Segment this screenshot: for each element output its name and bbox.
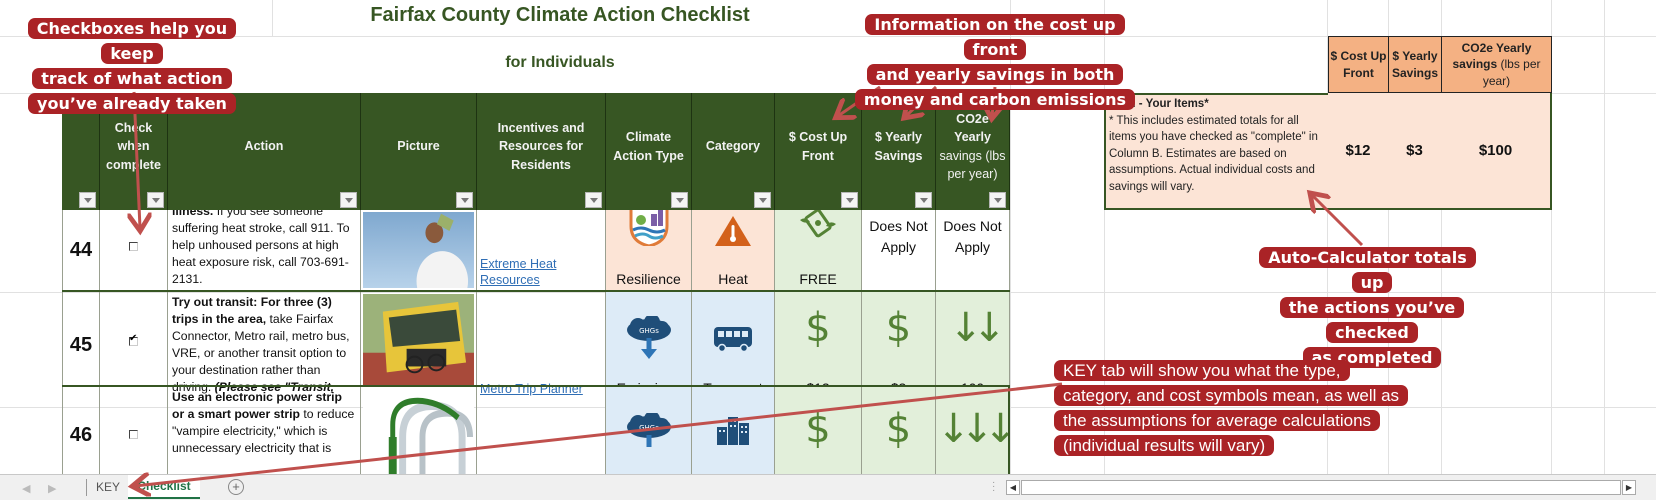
category-cell <box>692 387 775 474</box>
filter-dropdown-button[interactable] <box>147 192 164 208</box>
category-label: Heat <box>718 271 748 287</box>
action-cell: Use an electronic power strip or a smart… <box>168 387 361 474</box>
totals-header-cost: $ Cost Up Front <box>1328 36 1389 93</box>
filter-dropdown-button[interactable] <box>79 192 96 208</box>
dollar-icon: $ <box>805 406 831 452</box>
photo-image <box>363 294 474 387</box>
svg-text:GHGs: GHGs <box>639 424 659 432</box>
row-number: 46 <box>62 387 100 474</box>
callout-cost-info: Information on the cost up front and year… <box>845 12 1145 112</box>
header-picture: Picture <box>361 93 477 210</box>
yearly-savings-cell: $ <box>862 387 936 474</box>
power-strip-photo <box>361 387 477 474</box>
type-label: Resilience <box>616 271 681 287</box>
horizontal-scrollbar[interactable] <box>1021 480 1621 495</box>
cost-label: FREE <box>799 271 837 287</box>
bus-with-bike-rack-photo <box>361 292 477 399</box>
yearly-savings-cell: Does Not Apply <box>862 210 936 290</box>
complete-checkbox-cell[interactable] <box>100 210 168 290</box>
category-cell: Transport <box>692 292 775 399</box>
row-number: 45 <box>62 292 100 399</box>
co2-savings-cell: ↓↓ 100 <box>936 292 1010 399</box>
table-row: 46 Use an electronic power strip or a sm… <box>62 387 1010 474</box>
totals-header-co2: CO2e Yearly savings (lbs per year) <box>1441 36 1552 93</box>
filter-dropdown-button[interactable] <box>671 192 688 208</box>
filter-dropdown-button[interactable] <box>841 192 858 208</box>
cost-cell: $ $12 <box>775 292 862 399</box>
scroll-right-button[interactable]: ▶ <box>1622 480 1636 495</box>
add-sheet-button[interactable]: + <box>228 479 244 495</box>
filter-dropdown-button[interactable] <box>915 192 932 208</box>
tab-separator <box>86 479 87 496</box>
ghg-cloud-icon: GHGs <box>626 413 671 447</box>
table-row: 45 Try out transit: For three (3) trips … <box>62 292 1010 399</box>
filter-dropdown-button[interactable] <box>340 192 357 208</box>
callout-checkboxes: Checkboxes help you keep track of what ac… <box>12 16 252 116</box>
svg-text:GHGs: GHGs <box>639 327 659 335</box>
gridline <box>1604 0 1605 474</box>
buildings-icon <box>717 417 749 445</box>
callout-auto-calculator: Auto-Calculator totals up the actions you… <box>1252 245 1492 370</box>
header-incentives: Incentives and Resources for Residents <box>477 93 606 210</box>
tab-key[interactable]: KEY <box>88 475 128 499</box>
co2-savings-cell: Does Not Apply <box>936 210 1010 290</box>
row-number: 44 <box>62 210 100 290</box>
category-cell: Heat <box>692 210 775 290</box>
complete-checkbox-cell[interactable] <box>100 387 168 474</box>
sheet-subtitle: for Individuals <box>505 54 615 71</box>
climate-action-type-cell: Resilience <box>606 210 692 290</box>
yearly-savings-cell: $ $3 <box>862 292 936 399</box>
totals-note: * This includes estimated totals for all… <box>1109 114 1318 193</box>
callout-key-tab: KEY tab will show you what the type, cate… <box>1054 358 1434 458</box>
dollar-icon: $ <box>805 305 831 351</box>
complete-checkbox[interactable] <box>129 430 138 439</box>
sheet-tab-bar: ◀ ▶ KEY Checklist + · · · ◀ ▶ <box>0 474 1656 500</box>
complete-checkbox[interactable] <box>129 241 138 251</box>
splitter-handle[interactable]: · · · <box>992 478 995 496</box>
sheet-title: Fairfax County Climate Action Checklist <box>370 4 750 26</box>
complete-checkbox[interactable] <box>129 333 138 346</box>
total-co2-value: $100 <box>1441 93 1552 210</box>
table-row: 44 illness. If you see someone suffering… <box>62 210 1010 290</box>
header-climate-action-type: Climate Action Type <box>606 93 692 210</box>
complete-checkbox-cell[interactable] <box>100 292 168 399</box>
action-cell: illness. If you see someone suffering he… <box>168 210 361 290</box>
dollar-icon: $ <box>885 406 912 452</box>
scroll-left-button[interactable]: ◀ <box>1006 480 1020 495</box>
scroll-tabs-left-button[interactable]: ◀ <box>22 482 30 495</box>
flying-money-icon <box>800 210 836 238</box>
co2-savings-cell: ↓↓↓ <box>936 387 1010 474</box>
tab-checklist[interactable]: Checklist <box>128 475 200 499</box>
total-savings-value: $3 <box>1388 93 1442 210</box>
down-arrows-icon: ↓↓↓ <box>936 406 1008 452</box>
incentives-cell: Metro Trip Planner <box>477 292 606 399</box>
totals-header-savings: $ Yearly Savings <box>1388 36 1442 93</box>
extreme-heat-resources-link[interactable]: Extreme Heat Resources <box>480 256 605 288</box>
scroll-tabs-right-button[interactable]: ▶ <box>48 482 56 495</box>
down-arrows-icon: ↓↓ <box>948 305 1006 351</box>
climate-action-type-cell: GHGs <box>606 387 692 474</box>
person-drinking-water-photo <box>361 210 477 290</box>
incentives-cell <box>477 387 606 474</box>
dollar-icon: $ <box>885 305 912 351</box>
bus-icon <box>714 327 752 352</box>
photo-image <box>363 389 474 474</box>
ghg-cloud-icon: GHGs <box>626 316 671 359</box>
photo-image <box>363 212 474 290</box>
filter-dropdown-button[interactable] <box>456 192 473 208</box>
incentives-cell: Extreme Heat Resources <box>477 210 606 290</box>
cost-cell: $ <box>775 387 862 474</box>
gridline <box>272 0 273 36</box>
filter-dropdown-button[interactable] <box>754 192 771 208</box>
total-cost-value: $12 <box>1328 93 1389 210</box>
cost-cell: FREE <box>775 210 862 290</box>
climate-action-type-cell: GHGs Emissions <box>606 292 692 399</box>
filter-dropdown-button[interactable] <box>585 192 602 208</box>
resilience-shield-icon <box>629 210 668 246</box>
filter-dropdown-button[interactable] <box>989 192 1006 208</box>
header-category: Category <box>692 93 775 210</box>
action-cell: Try out transit: For three (3) trips in … <box>168 292 361 399</box>
heat-warning-icon <box>715 216 751 246</box>
